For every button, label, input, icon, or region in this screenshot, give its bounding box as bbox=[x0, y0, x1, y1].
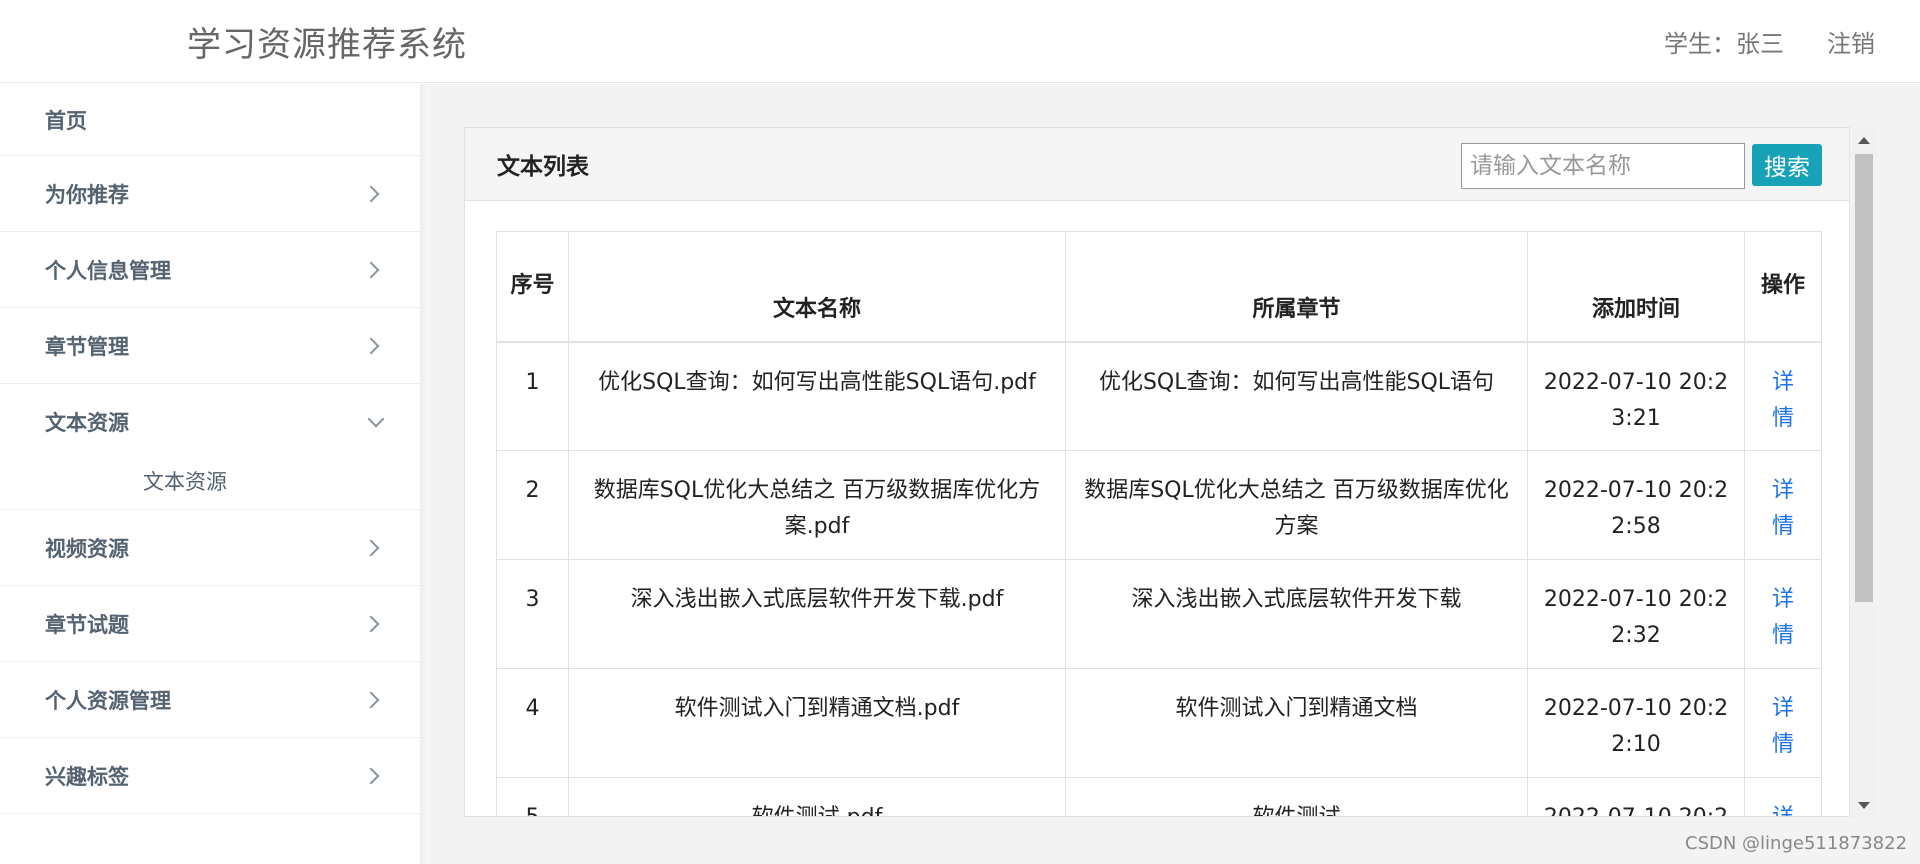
cell-time: 2022-07-10 20:23:21 bbox=[1527, 341, 1745, 451]
sidebar-item-interest-tags[interactable]: 兴趣标签 bbox=[0, 738, 420, 814]
scroll-down-arrow-icon[interactable] bbox=[1858, 802, 1870, 809]
cell-time: 2022-07-10 20:22:32 bbox=[1527, 559, 1745, 669]
sidebar-item-label: 文本资源 bbox=[45, 411, 129, 435]
cell-index: 2 bbox=[496, 450, 569, 560]
sidebar-item-home[interactable]: 首页 bbox=[0, 84, 420, 156]
sidebar-nav: 首页 为你推荐 个人信息管理 章节管理 文本资源 文本资源 视频资源 章节试题 … bbox=[0, 84, 420, 864]
column-header-chapter: 所属章节 bbox=[1065, 231, 1528, 343]
panel-header: 文本列表 搜索 bbox=[465, 128, 1849, 201]
sidebar-item-label: 首页 bbox=[45, 108, 87, 133]
cell-time: 2022-07-10 20:2 bbox=[1527, 777, 1745, 816]
cell-action: 详情 bbox=[1744, 668, 1822, 778]
sidebar-item-label: 个人资源管理 bbox=[45, 688, 171, 713]
cell-time: 2022-07-10 20:22:58 bbox=[1527, 450, 1745, 560]
details-link[interactable]: 详 bbox=[1770, 800, 1796, 816]
column-header-index: 序号 bbox=[496, 231, 569, 343]
current-user-label: 学生：张三 bbox=[1664, 30, 1784, 58]
sidebar-subitem-text-resources[interactable]: 文本资源 bbox=[0, 452, 420, 510]
cell-index: 5 bbox=[496, 777, 569, 816]
text-table-wrapper: 序号 文本名称 所属章节 添加时间 操作 1 优化SQL查询：如何写出高性能SQ… bbox=[496, 231, 1822, 816]
cell-index: 1 bbox=[496, 341, 569, 451]
sidebar-item-text-resources[interactable]: 文本资源 bbox=[0, 384, 420, 460]
sidebar-item-personal-resources[interactable]: 个人资源管理 bbox=[0, 662, 420, 738]
chevron-right-icon bbox=[362, 185, 380, 202]
table-row: 3 深入浅出嵌入式底层软件开发下载.pdf 深入浅出嵌入式底层软件开发下载 20… bbox=[496, 559, 1822, 669]
table-row: 1 优化SQL查询：如何写出高性能SQL语句.pdf 优化SQL查询：如何写出高… bbox=[496, 341, 1822, 451]
cell-chapter: 软件测试 bbox=[1065, 777, 1528, 816]
cell-action: 详情 bbox=[1744, 559, 1822, 669]
sidebar-item-video-resources[interactable]: 视频资源 bbox=[0, 510, 420, 586]
search-button[interactable]: 搜索 bbox=[1752, 144, 1822, 186]
chevron-right-icon bbox=[362, 615, 380, 632]
column-header-time: 添加时间 bbox=[1527, 231, 1745, 343]
text-table: 序号 文本名称 所属章节 添加时间 操作 1 优化SQL查询：如何写出高性能SQ… bbox=[496, 231, 1822, 816]
chevron-right-icon bbox=[362, 691, 380, 708]
vertical-scrollbar[interactable] bbox=[1852, 128, 1876, 818]
scroll-up-arrow-icon[interactable] bbox=[1858, 137, 1870, 144]
column-header-name: 文本名称 bbox=[568, 231, 1066, 343]
chevron-right-icon bbox=[362, 261, 380, 278]
details-link[interactable]: 详情 bbox=[1770, 691, 1796, 763]
sidebar-item-chapter-quizzes[interactable]: 章节试题 bbox=[0, 586, 420, 662]
chevron-right-icon bbox=[362, 539, 380, 556]
logout-link[interactable]: 注销 bbox=[1827, 24, 1875, 59]
sidebar-item-label: 兴趣标签 bbox=[45, 764, 129, 789]
top-header: 学习资源推荐系统 学生：张三 注销 bbox=[0, 0, 1920, 83]
cell-chapter: 数据库SQL优化大总结之 百万级数据库优化方案 bbox=[1065, 450, 1528, 560]
details-link[interactable]: 详情 bbox=[1770, 473, 1796, 545]
cell-chapter: 深入浅出嵌入式底层软件开发下载 bbox=[1065, 559, 1528, 669]
cell-action: 详 bbox=[1744, 777, 1822, 816]
chevron-right-icon bbox=[362, 767, 380, 784]
table-row: 4 软件测试入门到精通文档.pdf 软件测试入门到精通文档 2022-07-10… bbox=[496, 668, 1822, 778]
cell-index: 3 bbox=[496, 559, 569, 669]
cell-name: 软件测试.pdf bbox=[568, 777, 1066, 816]
cell-name: 优化SQL查询：如何写出高性能SQL语句.pdf bbox=[568, 341, 1066, 451]
cell-action: 详情 bbox=[1744, 450, 1822, 560]
cell-action: 详情 bbox=[1744, 341, 1822, 451]
cell-chapter: 优化SQL查询：如何写出高性能SQL语句 bbox=[1065, 341, 1528, 451]
text-list-panel: 文本列表 搜索 序号 文本名称 所属章节 添加时间 操作 bbox=[464, 127, 1850, 817]
app-title: 学习资源推荐系统 bbox=[187, 25, 467, 65]
watermark-text: CSDN @linge511873822 bbox=[1685, 833, 1908, 854]
panel-title: 文本列表 bbox=[497, 154, 589, 180]
table-row: 5 软件测试.pdf 软件测试 2022-07-10 20:2 详 bbox=[496, 777, 1822, 816]
cell-name: 软件测试入门到精通文档.pdf bbox=[568, 668, 1066, 778]
cell-time: 2022-07-10 20:22:10 bbox=[1527, 668, 1745, 778]
table-row: 2 数据库SQL优化大总结之 百万级数据库优化方案.pdf 数据库SQL优化大总… bbox=[496, 450, 1822, 560]
scrollbar-thumb[interactable] bbox=[1855, 154, 1873, 602]
cell-name: 深入浅出嵌入式底层软件开发下载.pdf bbox=[568, 559, 1066, 669]
cell-chapter: 软件测试入门到精通文档 bbox=[1065, 668, 1528, 778]
sidebar-item-profile[interactable]: 个人信息管理 bbox=[0, 232, 420, 308]
sidebar-item-label: 章节管理 bbox=[45, 334, 129, 359]
sidebar-subitem-label: 文本资源 bbox=[143, 469, 227, 494]
table-header-row: 序号 文本名称 所属章节 添加时间 操作 bbox=[496, 231, 1822, 343]
chevron-down-icon bbox=[367, 410, 385, 428]
chevron-right-icon bbox=[362, 337, 380, 354]
sidebar-divider bbox=[420, 84, 430, 864]
sidebar-item-chapters[interactable]: 章节管理 bbox=[0, 308, 420, 384]
cell-name: 数据库SQL优化大总结之 百万级数据库优化方案.pdf bbox=[568, 450, 1066, 560]
search-input[interactable] bbox=[1461, 143, 1745, 189]
column-header-action: 操作 bbox=[1744, 231, 1822, 343]
sidebar-item-label: 为你推荐 bbox=[45, 182, 129, 207]
sidebar-item-recommend[interactable]: 为你推荐 bbox=[0, 156, 420, 232]
sidebar-item-label: 个人信息管理 bbox=[45, 258, 171, 283]
details-link[interactable]: 详情 bbox=[1770, 365, 1796, 437]
details-link[interactable]: 详情 bbox=[1770, 582, 1796, 654]
sidebar-item-label: 视频资源 bbox=[45, 536, 129, 561]
sidebar-item-label: 章节试题 bbox=[45, 612, 129, 637]
cell-index: 4 bbox=[496, 668, 569, 778]
